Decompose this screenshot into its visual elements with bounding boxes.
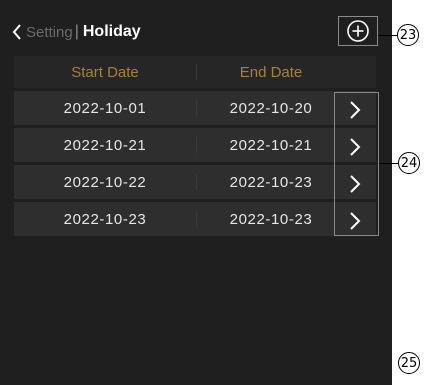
column-divider [196, 174, 197, 190]
callout-marker-bottom: 25 [398, 352, 420, 374]
plus-circle-icon [347, 20, 369, 42]
chevron-left-icon [12, 24, 21, 40]
row-detail-button[interactable] [340, 204, 370, 238]
column-divider [196, 137, 197, 153]
chevron-right-icon [350, 101, 361, 119]
column-header-end-date: End Date [239, 63, 303, 81]
table-header: Start Date End Date [14, 56, 376, 88]
chevron-right-icon [350, 212, 361, 230]
add-holiday-button[interactable] [338, 16, 378, 46]
column-divider [196, 100, 197, 116]
start-date-cell: 2022-10-23 [63, 210, 147, 228]
table-row[interactable]: 2022-10-23 2022-10-23 [14, 202, 376, 236]
header-bar: Setting | Holiday [0, 12, 392, 52]
column-header-start-date: Start Date [71, 63, 139, 81]
holiday-table: Start Date End Date 2022-10-01 2022-10-2… [14, 56, 376, 236]
column-divider [196, 64, 197, 80]
start-date-cell: 2022-10-22 [63, 173, 147, 191]
start-date-cell: 2022-10-01 [63, 99, 147, 117]
callout-marker-add: 23 [397, 24, 419, 46]
start-date-cell: 2022-10-21 [63, 136, 147, 154]
end-date-cell: 2022-10-23 [229, 173, 313, 191]
page-title: Holiday [82, 23, 141, 40]
callout-marker-rows: 24 [398, 152, 420, 174]
row-detail-button[interactable] [340, 167, 370, 201]
row-detail-button[interactable] [340, 130, 370, 164]
chevron-right-icon [350, 175, 361, 193]
breadcrumb-setting: Setting [26, 23, 73, 41]
holiday-screen: Setting | Holiday Start Date End Date 20… [0, 0, 392, 385]
callout-line [378, 35, 398, 36]
end-date-cell: 2022-10-23 [229, 210, 313, 228]
end-date-cell: 2022-10-20 [229, 99, 313, 117]
table-row[interactable]: 2022-10-01 2022-10-20 [14, 91, 376, 125]
table-row[interactable]: 2022-10-21 2022-10-21 [14, 128, 376, 162]
table-row[interactable]: 2022-10-22 2022-10-23 [14, 165, 376, 199]
column-divider [196, 211, 197, 227]
end-date-cell: 2022-10-21 [229, 136, 313, 154]
chevron-right-icon [350, 138, 361, 156]
callout-line [379, 163, 399, 164]
back-button[interactable]: Setting | Holiday [12, 19, 141, 45]
breadcrumb-separator: | [74, 23, 79, 40]
row-detail-button[interactable] [340, 93, 370, 127]
